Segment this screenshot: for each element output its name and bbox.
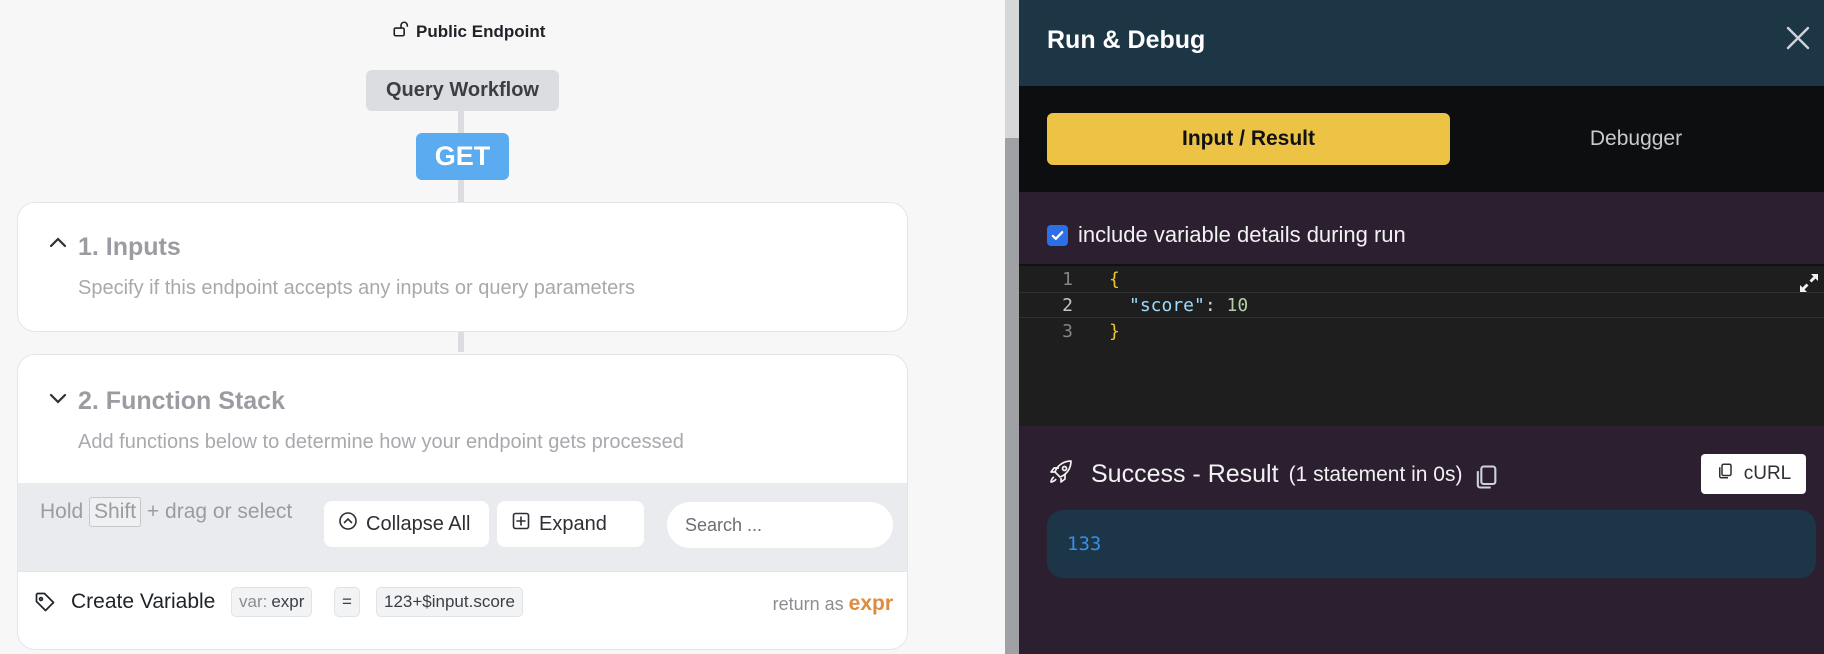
- connector-line: [458, 110, 464, 134]
- connector-line: [458, 180, 464, 202]
- run-debug-panel: Run & Debug Input / Result Debugger incl…: [1019, 0, 1824, 654]
- panel-title: Run & Debug: [1047, 26, 1206, 54]
- collapse-icon: [338, 511, 358, 537]
- operator-pill: =: [334, 587, 360, 617]
- curl-button[interactable]: cURL: [1701, 454, 1806, 494]
- inputs-card[interactable]: 1. Inputs Specify if this endpoint accep…: [17, 202, 908, 332]
- result-header: Success - Result (1 statement in 0s): [1047, 458, 1497, 491]
- variable-name-pill[interactable]: var: expr: [231, 587, 313, 617]
- checkmark-icon: [1051, 230, 1064, 240]
- include-details-label: include variable details during run: [1078, 222, 1406, 247]
- fullscreen-icon[interactable]: [1798, 272, 1820, 294]
- function-stack-title: 2. Function Stack: [78, 387, 285, 415]
- copy-icon[interactable]: [1472, 463, 1497, 489]
- inputs-title: 1. Inputs: [78, 233, 181, 261]
- drag-hint: Hold Shift + drag or select: [40, 495, 300, 528]
- endpoint-visibility-label[interactable]: Public Endpoint: [392, 20, 545, 43]
- result-meta: (1 statement in 0s): [1288, 462, 1463, 486]
- tab-debugger[interactable]: Debugger: [1450, 113, 1822, 165]
- expression-pill[interactable]: 123+$input.score: [376, 587, 523, 617]
- rocket-icon: [1047, 458, 1075, 491]
- editor-line: 1 {: [1062, 268, 1120, 290]
- function-stack-card[interactable]: 2. Function Stack Add functions below to…: [17, 354, 908, 650]
- panel-tabs: Input / Result Debugger: [1019, 86, 1824, 192]
- function-name: Create Variable: [71, 590, 216, 613]
- function-stack-toolbar: Hold Shift + drag or select Collapse All…: [18, 483, 907, 571]
- chevron-up-icon[interactable]: [48, 233, 68, 253]
- collapse-all-button[interactable]: Collapse All: [324, 501, 489, 547]
- function-stack-subtitle: Add functions below to determine how you…: [78, 431, 684, 453]
- connector-line: [458, 330, 464, 352]
- panel-header: Run & Debug: [1019, 0, 1824, 86]
- inputs-subtitle: Specify if this endpoint accepts any inp…: [78, 277, 635, 299]
- tab-input-result[interactable]: Input / Result: [1047, 113, 1450, 165]
- result-output: 133: [1047, 510, 1816, 578]
- expand-icon: [511, 511, 531, 537]
- chevron-down-icon[interactable]: [48, 388, 68, 408]
- method-badge[interactable]: GET: [416, 133, 509, 180]
- json-input-editor[interactable]: 1 { 2 "score": 10 3 }: [1019, 264, 1824, 426]
- result-title: Success - Result: [1091, 460, 1279, 488]
- copy-icon: [1716, 462, 1734, 486]
- shift-key-hint: Shift: [89, 497, 142, 527]
- canvas-scrollbar-thumb[interactable]: [1005, 138, 1019, 654]
- close-icon[interactable]: [1782, 22, 1814, 54]
- tag-icon: [34, 592, 56, 614]
- include-details-option[interactable]: include variable details during run: [1047, 222, 1406, 248]
- editor-line: 2 "score": 10: [1019, 292, 1824, 318]
- expand-button[interactable]: Expand: [497, 501, 644, 547]
- workflow-name[interactable]: Query Workflow: [366, 70, 559, 111]
- function-search-input[interactable]: [667, 502, 893, 548]
- workflow-canvas: Public Endpoint Query Workflow GET 1. In…: [0, 0, 1005, 654]
- lock-open-icon: [392, 20, 410, 43]
- return-as-label: return as expr: [772, 592, 893, 615]
- include-details-checkbox[interactable]: [1047, 224, 1068, 246]
- editor-line: 3 }: [1062, 320, 1120, 342]
- function-row-create-variable[interactable]: Create Variable var: expr = 123+$input.s…: [18, 571, 907, 633]
